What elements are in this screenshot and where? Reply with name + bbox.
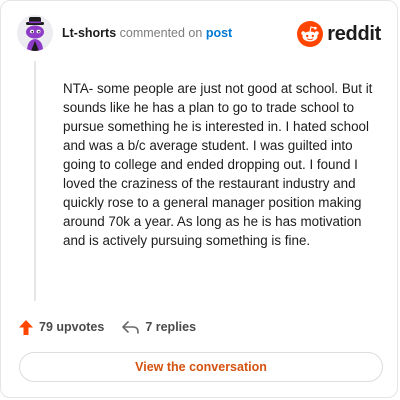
upvote-arrow-icon (19, 319, 33, 335)
comment-meta: Lt-shorts commented on post (62, 26, 232, 40)
username-link[interactable]: Lt-shorts (62, 26, 116, 40)
comment-card: Lt-shorts commented on post reddit NTA- … (0, 0, 398, 398)
upvote-count: 79 upvotes (39, 320, 105, 334)
upvote-button[interactable]: 79 upvotes (19, 319, 105, 335)
brand-wordmark: reddit (327, 22, 381, 45)
reddit-logo[interactable]: reddit (297, 19, 381, 49)
comment-actions: 79 upvotes 7 replies (19, 317, 196, 337)
view-conversation-button[interactable]: View the conversation (19, 352, 383, 382)
post-link[interactable]: post (206, 26, 232, 40)
reddit-logo-icon (297, 21, 324, 47)
snoo-avatar-icon (17, 15, 53, 51)
replies-button[interactable]: 7 replies (122, 320, 196, 334)
reply-count: 7 replies (145, 320, 197, 334)
thread-line[interactable] (34, 61, 36, 301)
comment-header: Lt-shorts commented on post reddit (17, 15, 383, 55)
comment-body: NTA- some people are just not good at sc… (63, 81, 373, 248)
action-text: commented on (119, 26, 203, 40)
avatar[interactable] (17, 15, 53, 51)
reply-arrow-icon (122, 320, 140, 334)
